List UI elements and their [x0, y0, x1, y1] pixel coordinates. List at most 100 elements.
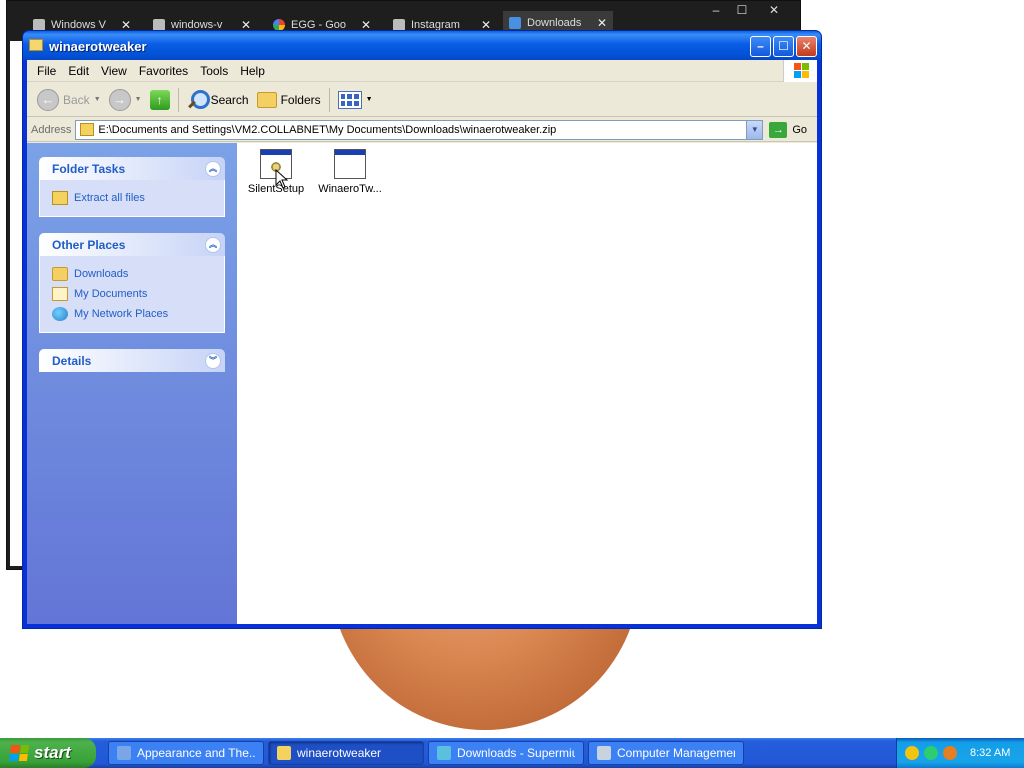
back-button[interactable]: ← Back ▼ — [33, 86, 105, 114]
toolbar-separator — [328, 87, 330, 112]
toolbar: ← Back ▼ → ▼ ↑ Search Folders ▼ — [27, 83, 817, 117]
windows-flag-icon — [8, 745, 30, 761]
tab-close-icon[interactable]: ✕ — [597, 16, 607, 30]
search-icon — [187, 89, 210, 110]
file-item[interactable]: SilentSetup — [237, 149, 315, 195]
my-documents-icon — [52, 287, 68, 301]
security-shield-icon[interactable] — [905, 746, 919, 760]
taskbar-button-active[interactable]: winaerotweaker — [268, 741, 424, 765]
clock: 8:32 AM — [970, 747, 1011, 759]
other-places-panel: Other Places ︽ Downloads My Documents My… — [39, 233, 225, 333]
menu-file[interactable]: File — [31, 64, 62, 78]
expand-chevron-icon[interactable]: ︾ — [205, 352, 221, 369]
browser-icon — [437, 746, 451, 760]
forward-arrow-icon: → — [108, 88, 131, 111]
start-label: start — [34, 743, 71, 762]
address-bar: Address E:\Documents and Settings\VM2.CO… — [27, 118, 817, 142]
menu-view[interactable]: View — [95, 64, 133, 78]
views-icon — [337, 90, 362, 109]
title-bar[interactable]: winaerotweaker – ☐ ✕ — [23, 31, 821, 60]
file-list: SilentSetup WinaeroTw... — [237, 143, 817, 624]
details-panel: Details ︾ — [39, 349, 225, 372]
folder-icon — [52, 267, 68, 281]
close-button[interactable]: ✕ — [796, 36, 817, 57]
forward-button[interactable]: → ▼ — [105, 86, 146, 114]
back-label: Back — [63, 92, 90, 107]
maximize-button[interactable]: ☐ — [773, 36, 794, 57]
details-title: Details — [52, 353, 92, 368]
folders-label: Folders — [280, 92, 321, 107]
my-network-places-label: My Network Places — [74, 308, 169, 320]
download-icon — [509, 17, 521, 29]
views-dropdown-icon[interactable]: ▼ — [366, 96, 373, 103]
browser-minimize-button[interactable]: – — [703, 3, 729, 17]
other-places-title: Other Places — [52, 237, 126, 252]
start-button[interactable]: start — [0, 738, 96, 768]
taskbar-button[interactable]: Downloads - Supermium — [428, 741, 584, 765]
go-button[interactable]: → Go — [769, 121, 807, 138]
task-pane: Folder Tasks ︽ Extract all files Other P… — [27, 143, 237, 624]
menu-favorites[interactable]: Favorites — [133, 64, 194, 78]
tab-title: Downloads — [527, 17, 582, 29]
zip-folder-icon — [277, 746, 291, 760]
collapse-chevron-icon[interactable]: ︽ — [205, 236, 221, 253]
extract-all-link[interactable]: Extract all files — [52, 188, 212, 208]
extract-all-label: Extract all files — [74, 192, 145, 204]
folders-button[interactable]: Folders — [253, 86, 325, 114]
toolbar-separator — [177, 87, 179, 112]
views-button[interactable]: ▼ — [334, 86, 377, 114]
extract-icon — [52, 191, 68, 205]
control-panel-icon — [117, 746, 131, 760]
search-tray-icon[interactable] — [943, 746, 957, 760]
back-arrow-icon: ← — [37, 88, 59, 111]
my-documents-label: My Documents — [74, 288, 148, 300]
collapse-chevron-icon[interactable]: ︽ — [205, 160, 221, 177]
zip-folder-icon — [80, 123, 95, 136]
go-arrow-icon: → — [769, 121, 788, 138]
menu-tools[interactable]: Tools — [194, 64, 234, 78]
folder-tasks-header[interactable]: Folder Tasks ︽ — [39, 157, 225, 180]
taskbar-button[interactable]: Computer Management — [588, 741, 744, 765]
browser-maximize-button[interactable]: ☐ — [729, 3, 755, 17]
folder-icon — [256, 91, 277, 108]
address-label: Address — [31, 123, 72, 136]
file-item[interactable]: WinaeroTw... — [311, 149, 389, 195]
downloads-label: Downloads — [74, 268, 129, 280]
forward-dropdown-icon[interactable]: ▼ — [135, 96, 142, 103]
details-header[interactable]: Details ︾ — [39, 349, 225, 372]
menu-edit[interactable]: Edit — [62, 64, 95, 78]
folder-tasks-panel: Folder Tasks ︽ Extract all files — [39, 157, 225, 217]
taskbar-button-label: winaerotweaker — [297, 746, 382, 760]
up-button[interactable]: ↑ — [146, 86, 174, 114]
search-label: Search — [210, 92, 249, 107]
my-documents-link[interactable]: My Documents — [52, 284, 212, 304]
taskbar-button-label: Computer Management — [617, 746, 735, 760]
network-icon[interactable] — [924, 746, 938, 760]
taskbar-button-label: Downloads - Supermium — [457, 746, 575, 760]
back-dropdown-icon[interactable]: ▼ — [94, 96, 101, 103]
search-button[interactable]: Search — [183, 86, 253, 114]
menu-bar: File Edit View Favorites Tools Help — [27, 60, 817, 82]
windows-logo-icon — [783, 60, 817, 82]
downloads-link[interactable]: Downloads — [52, 264, 212, 284]
explorer-window: winaerotweaker – ☐ ✕ File Edit View Favo… — [22, 30, 822, 629]
network-places-icon — [52, 307, 68, 321]
address-value[interactable]: E:\Documents and Settings\VM2.COLLABNET\… — [98, 124, 746, 136]
system-tray: 8:32 AM — [896, 738, 1024, 768]
window-title: winaerotweaker — [49, 39, 147, 54]
other-places-header[interactable]: Other Places ︽ — [39, 233, 225, 256]
application-icon — [334, 149, 366, 179]
my-network-places-link[interactable]: My Network Places — [52, 304, 212, 324]
address-input[interactable]: E:\Documents and Settings\VM2.COLLABNET\… — [75, 119, 764, 140]
taskbar-button[interactable]: Appearance and The... — [108, 741, 264, 765]
file-name: WinaeroTw... — [318, 183, 382, 195]
menu-help[interactable]: Help — [234, 64, 271, 78]
minimize-button[interactable]: – — [750, 36, 771, 57]
browser-close-button[interactable]: ✕ — [761, 3, 787, 17]
window-client: File Edit View Favorites Tools Help ← Ba… — [27, 60, 817, 624]
folder-tasks-title: Folder Tasks — [52, 161, 126, 176]
zip-folder-icon — [29, 39, 43, 51]
taskbar-button-label: Appearance and The... — [137, 746, 255, 760]
folder-up-icon: ↑ — [149, 89, 170, 110]
address-dropdown-icon[interactable]: ▼ — [746, 120, 763, 139]
